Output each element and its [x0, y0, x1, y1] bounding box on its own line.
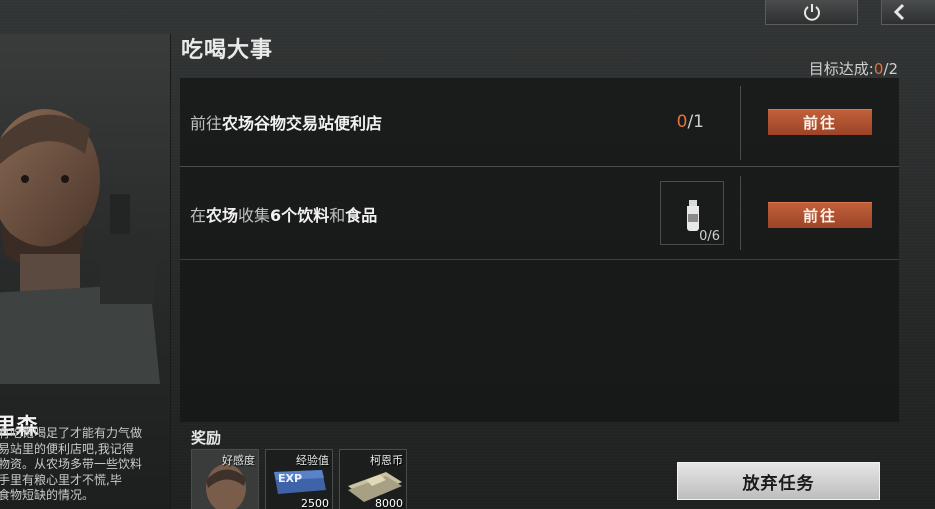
task-item2: 食品: [345, 205, 378, 225]
exp-badge: EXP: [278, 472, 303, 485]
reward-label-exp: 经验值: [296, 454, 329, 467]
task-target: 农场谷物交易站便利店: [222, 114, 383, 133]
task-place: 农场: [206, 205, 239, 225]
goal-done: 0: [873, 60, 884, 78]
goal-total: /2: [883, 60, 898, 78]
back-arrow-icon: [893, 3, 905, 21]
divider: [740, 176, 741, 250]
back-button[interactable]: [881, 0, 935, 25]
task-prefix: 在: [190, 205, 207, 225]
task-verb: 收集: [238, 205, 271, 225]
task-item1: 饮料: [297, 205, 330, 225]
reward-exp[interactable]: EXP 经验值 2500: [265, 449, 333, 509]
goal-label: 目标达成:: [808, 60, 874, 78]
reward-value-coins: 8000: [375, 497, 403, 509]
task-row: 在农场 收集 6个 饮料和食品 0/6 前往: [180, 168, 899, 260]
task-prefix: 前往: [190, 114, 223, 133]
reward-label-affinity: 好感度: [222, 454, 255, 467]
power-icon: [803, 4, 820, 21]
task-progress-total: /1: [687, 112, 704, 132]
task-text: 前往 农场谷物交易站便利店: [190, 78, 382, 166]
character-portrait: [0, 109, 160, 384]
task-list: 前往 农场谷物交易站便利店 0/1 前往 在农场 收集 6个 饮料和食品 0/6 前往: [180, 78, 899, 422]
divider: [740, 86, 741, 160]
reward-label: 奖励: [191, 429, 222, 447]
quest-title: 吃喝大事: [181, 38, 274, 63]
task-text: 在农场 收集 6个 饮料和食品: [190, 168, 377, 259]
reward-affinity[interactable]: 好感度: [191, 449, 259, 509]
character-panel: 里森 有吃饱喝足了才能有力气做 易站里的便利店吧,我记得 物资。从农场多带一些饮…: [0, 34, 171, 509]
character-description: 有吃饱喝足了才能有力气做 易站里的便利店吧,我记得 物资。从农场多带一些饮料 手…: [0, 426, 143, 502]
goal-progress: 目标达成:0/2: [809, 58, 898, 79]
goto-button[interactable]: 前往: [768, 202, 872, 228]
goto-button[interactable]: 前往: [768, 109, 872, 135]
task-row: 前往 农场谷物交易站便利店 0/1 前往: [180, 78, 899, 167]
task-and: 和: [329, 205, 346, 225]
item-count: 0/6: [699, 229, 720, 244]
reward-coins[interactable]: 柯恩币 8000: [339, 449, 407, 509]
power-button[interactable]: [765, 0, 858, 25]
reward-value-exp: 2500: [301, 497, 329, 509]
task-count: 6个: [270, 205, 298, 225]
abandon-quest-button[interactable]: 放弃任务: [677, 462, 880, 500]
item-slot[interactable]: 0/6: [660, 181, 724, 245]
reward-label-coins: 柯恩币: [370, 454, 403, 467]
task-progress-done: 0: [676, 112, 688, 132]
task-progress: 0/1: [677, 112, 704, 132]
